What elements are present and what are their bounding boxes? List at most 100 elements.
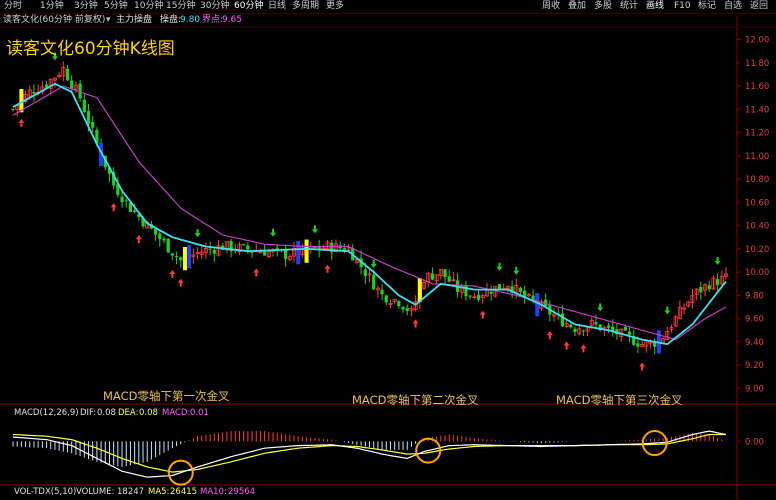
buy-arrow-icon xyxy=(479,310,486,319)
candle-body xyxy=(468,295,472,297)
candle-body xyxy=(560,313,565,327)
macd-name: MACD(12,26,9) xyxy=(14,408,79,418)
buy-arrow-icon xyxy=(412,319,419,328)
buy-arrow-icon xyxy=(580,344,587,353)
candle-body xyxy=(82,99,86,113)
volume-label: VOLUME: xyxy=(76,487,115,497)
candle-body xyxy=(212,249,216,254)
sell-arrow-icon xyxy=(714,256,721,265)
dea-label: DEA: xyxy=(118,408,139,418)
signal-bar xyxy=(182,247,187,271)
price-tick-label: 9.00 xyxy=(745,384,764,394)
signal-bar xyxy=(417,277,422,302)
candle-body xyxy=(372,274,376,290)
buy-arrow-icon xyxy=(324,264,331,273)
candle-body xyxy=(275,247,279,249)
candle-body xyxy=(699,287,703,293)
candle-body xyxy=(627,331,632,335)
price-tick-label: 11.40 xyxy=(745,105,769,115)
sell-arrow-icon xyxy=(597,303,604,312)
sell-arrow-icon xyxy=(194,229,201,238)
buy-arrow-icon xyxy=(639,362,646,371)
candle-body xyxy=(258,251,263,254)
candle-body xyxy=(242,244,246,246)
candle-body xyxy=(497,283,502,290)
candle-body xyxy=(162,238,166,241)
ma5-label: MA5: xyxy=(148,487,170,497)
signal-bar xyxy=(187,245,192,269)
candle-body xyxy=(380,289,384,295)
signal-bar xyxy=(304,239,309,263)
candle-body xyxy=(405,308,409,312)
price-tick-label: 11.60 xyxy=(745,82,769,92)
candle-body xyxy=(707,285,711,290)
buy-arrow-icon xyxy=(110,203,117,212)
candle-body xyxy=(636,343,640,347)
candle-body xyxy=(154,228,158,235)
signal-bar xyxy=(535,293,540,317)
buy-arrow-icon xyxy=(18,118,25,127)
candle-body xyxy=(246,245,250,250)
annotation-second-cross: MACD零轴下第二次金叉 xyxy=(352,393,479,407)
candle-body xyxy=(606,325,611,328)
price-tick-label: 9.20 xyxy=(745,361,764,371)
buy-arrow-icon xyxy=(253,268,260,277)
candle-body xyxy=(594,322,598,325)
price-tick-label: 10.60 xyxy=(745,198,769,208)
candle-body xyxy=(263,250,267,256)
price-tick-label: 11.20 xyxy=(745,129,769,139)
ma10-label: MA10: xyxy=(200,487,227,497)
price-tick-label: 11.00 xyxy=(745,152,769,162)
price-tick-label: 9.60 xyxy=(745,315,764,325)
kline-chart[interactable]: 9.00 9.20 9.40 9.60 9.80 10.00 10.20 10.40 10.60… xyxy=(0,0,776,500)
buy-arrow-icon xyxy=(546,331,553,340)
candle-body xyxy=(32,92,36,94)
price-tick-label: 9.80 xyxy=(745,291,764,301)
sell-arrow-icon xyxy=(270,228,277,237)
price-tick-label: 10.20 xyxy=(745,245,769,255)
candle-body xyxy=(133,210,137,213)
volume-value: 18247 xyxy=(117,487,145,497)
candle-body xyxy=(174,255,179,257)
sell-arrow-icon xyxy=(311,225,318,234)
annotation-first-cross: MACD零轴下第一次金叉 xyxy=(103,389,230,403)
candle-body xyxy=(284,249,288,259)
candle-body xyxy=(65,68,70,81)
macd-header: MACD(12,26,9) DIF: 0.08 DEA: 0.08 MACD: … xyxy=(0,408,736,419)
buy-arrow-icon xyxy=(177,278,184,287)
ma10-value: 29564 xyxy=(228,487,256,497)
macd-value: 0.01 xyxy=(190,408,209,418)
candle-body xyxy=(573,328,577,333)
candle-body xyxy=(86,110,91,124)
price-tick-label: 10.80 xyxy=(745,175,769,185)
ma5-value: 26415 xyxy=(170,487,198,497)
candle-body xyxy=(518,287,523,292)
candle-body xyxy=(179,257,183,261)
candle-body xyxy=(447,276,451,282)
dif-label: DIF: xyxy=(80,408,97,418)
buy-arrow-icon xyxy=(135,235,142,244)
candle-body xyxy=(166,238,170,253)
buy-arrow-icon xyxy=(169,270,176,279)
candle-body xyxy=(70,80,74,89)
candle-body xyxy=(91,121,95,128)
candle-body xyxy=(623,326,627,331)
volume-indicator-name: VOL-TDX(5,10) xyxy=(14,487,77,497)
price-tick-label: 11.80 xyxy=(745,59,769,69)
sell-arrow-icon xyxy=(496,262,503,271)
candle-body xyxy=(716,279,720,286)
macd-dea-line xyxy=(12,433,726,473)
price-tick-label: 10.40 xyxy=(745,222,769,232)
macd-dif-line xyxy=(12,430,727,478)
candle-body xyxy=(581,330,585,332)
price-tick-label: 12.00 xyxy=(745,36,769,46)
dea-value: 0.08 xyxy=(139,408,158,418)
candle-body xyxy=(120,196,124,203)
candle-body xyxy=(313,247,317,249)
candle-body xyxy=(158,233,162,240)
price-tick-label: 9.40 xyxy=(745,338,764,348)
candle-body xyxy=(384,295,388,303)
buy-arrow-icon xyxy=(563,341,570,350)
candle-body xyxy=(476,294,481,300)
candle-body xyxy=(11,109,15,111)
